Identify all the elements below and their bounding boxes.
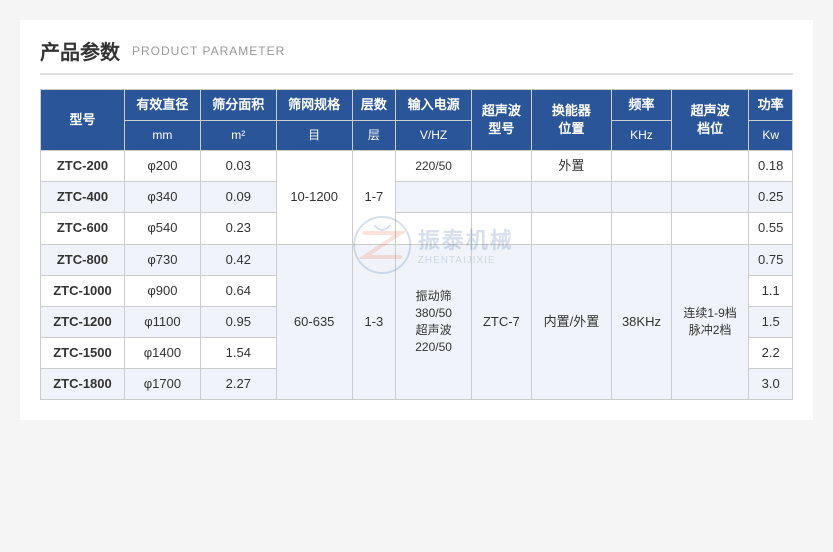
cell-area: 0.64 [200,275,276,306]
cell-power-input [396,182,472,213]
table-row: ZTC-400φ3400.09 0.25 [41,182,793,213]
col-header-power-input: 输入电源 [396,90,472,121]
cell-area: 0.03 [200,150,276,181]
col-header-档位: 超声波档位 [671,90,749,151]
table-row: ZTC-200φ2000.0310-12001-7220/50外置0.18 [41,150,793,181]
page-header: 产品参数 PRODUCT PARAMETER [40,36,793,75]
cell-power-kw: 0.75 [749,244,793,275]
col-header-ultrasonic-model: 超声波型号 [472,90,532,151]
cell-power-kw: 1.5 [749,306,793,337]
cell-power-kw: 1.1 [749,275,793,306]
col-header-transducer: 换能器位置 [531,90,611,151]
cell-model: ZTC-1200 [41,306,125,337]
col-unit-power: Kw [749,121,793,151]
table-row: ZTC-600φ5400.23 0.55 [41,213,793,244]
page-title-zh: 产品参数 [40,36,120,65]
cell-area: 0.23 [200,213,276,244]
cell-area: 1.54 [200,338,276,369]
cell-area: 2.27 [200,369,276,400]
cell-diameter: φ340 [124,182,200,213]
cell-diameter: φ540 [124,213,200,244]
cell-layers: 1-3 [352,244,396,400]
cell-transducer-pos [531,213,611,244]
cell-transducer-pos [531,182,611,213]
page-container: 产品参数 PRODUCT PARAMETER 振泰机械 ZHENTAIJIXIE [20,20,813,420]
table-wrapper: 振泰机械 ZHENTAIJIXIE 型号 有效直径 筛分面积 筛网规格 层数 输… [40,89,793,400]
cell-ultrasonic-model: ZTC-7 [472,244,532,400]
cell-model: ZTC-1800 [41,369,125,400]
cell-diameter: φ1700 [124,369,200,400]
col-header-model: 型号 [41,90,125,151]
table-row: ZTC-800φ7300.4260-6351-3振动筛 380/50 超声波 2… [41,244,793,275]
cell-ultrasonic-model [472,182,532,213]
col-header-area: 筛分面积 [200,90,276,121]
cell-diameter: φ900 [124,275,200,306]
cell-power-kw: 2.2 [749,338,793,369]
cell-power-kw: 0.55 [749,213,793,244]
cell-档位: 连续1-9档 脉冲2档 [671,244,749,400]
cell-model: ZTC-1000 [41,275,125,306]
cell-model: ZTC-1500 [41,338,125,369]
col-unit-layers: 层 [352,121,396,151]
col-header-layers: 层数 [352,90,396,121]
cell-ultrasonic-model [472,213,532,244]
cell-mesh: 60-635 [276,244,352,400]
cell-power-input: 220/50 [396,150,472,181]
col-header-frequency: 频率 [612,90,672,121]
cell-transducer-pos: 外置 [531,150,611,181]
col-unit-diameter: mm [124,121,200,151]
cell-diameter: φ1100 [124,306,200,337]
cell-power-input: 振动筛 380/50 超声波 220/50 [396,244,472,400]
cell-档位 [671,182,749,213]
col-unit-area: m² [200,121,276,151]
col-header-power: 功率 [749,90,793,121]
cell-diameter: φ1400 [124,338,200,369]
product-table: 型号 有效直径 筛分面积 筛网规格 层数 输入电源 超声波型号 换能器位置 频率… [40,89,793,400]
cell-power-kw: 3.0 [749,369,793,400]
cell-ultrasonic-model [472,150,532,181]
cell-档位 [671,213,749,244]
cell-area: 0.95 [200,306,276,337]
cell-diameter: φ730 [124,244,200,275]
cell-frequency [612,213,672,244]
col-header-mesh: 筛网规格 [276,90,352,121]
cell-frequency: 38KHz [612,244,672,400]
cell-power-kw: 0.18 [749,150,793,181]
col-unit-mesh: 目 [276,121,352,151]
cell-transducer-pos: 内置/外置 [531,244,611,400]
cell-power-input [396,213,472,244]
page-title-en: PRODUCT PARAMETER [132,44,285,58]
cell-mesh: 10-1200 [276,150,352,244]
cell-frequency [612,182,672,213]
cell-area: 0.42 [200,244,276,275]
cell-layers: 1-7 [352,150,396,244]
cell-frequency [612,150,672,181]
cell-档位 [671,150,749,181]
col-unit-power-input: V/HZ [396,121,472,151]
cell-model: ZTC-600 [41,213,125,244]
col-unit-frequency: KHz [612,121,672,151]
cell-diameter: φ200 [124,150,200,181]
cell-area: 0.09 [200,182,276,213]
cell-power-kw: 0.25 [749,182,793,213]
col-header-diameter: 有效直径 [124,90,200,121]
cell-model: ZTC-800 [41,244,125,275]
cell-model: ZTC-400 [41,182,125,213]
cell-model: ZTC-200 [41,150,125,181]
